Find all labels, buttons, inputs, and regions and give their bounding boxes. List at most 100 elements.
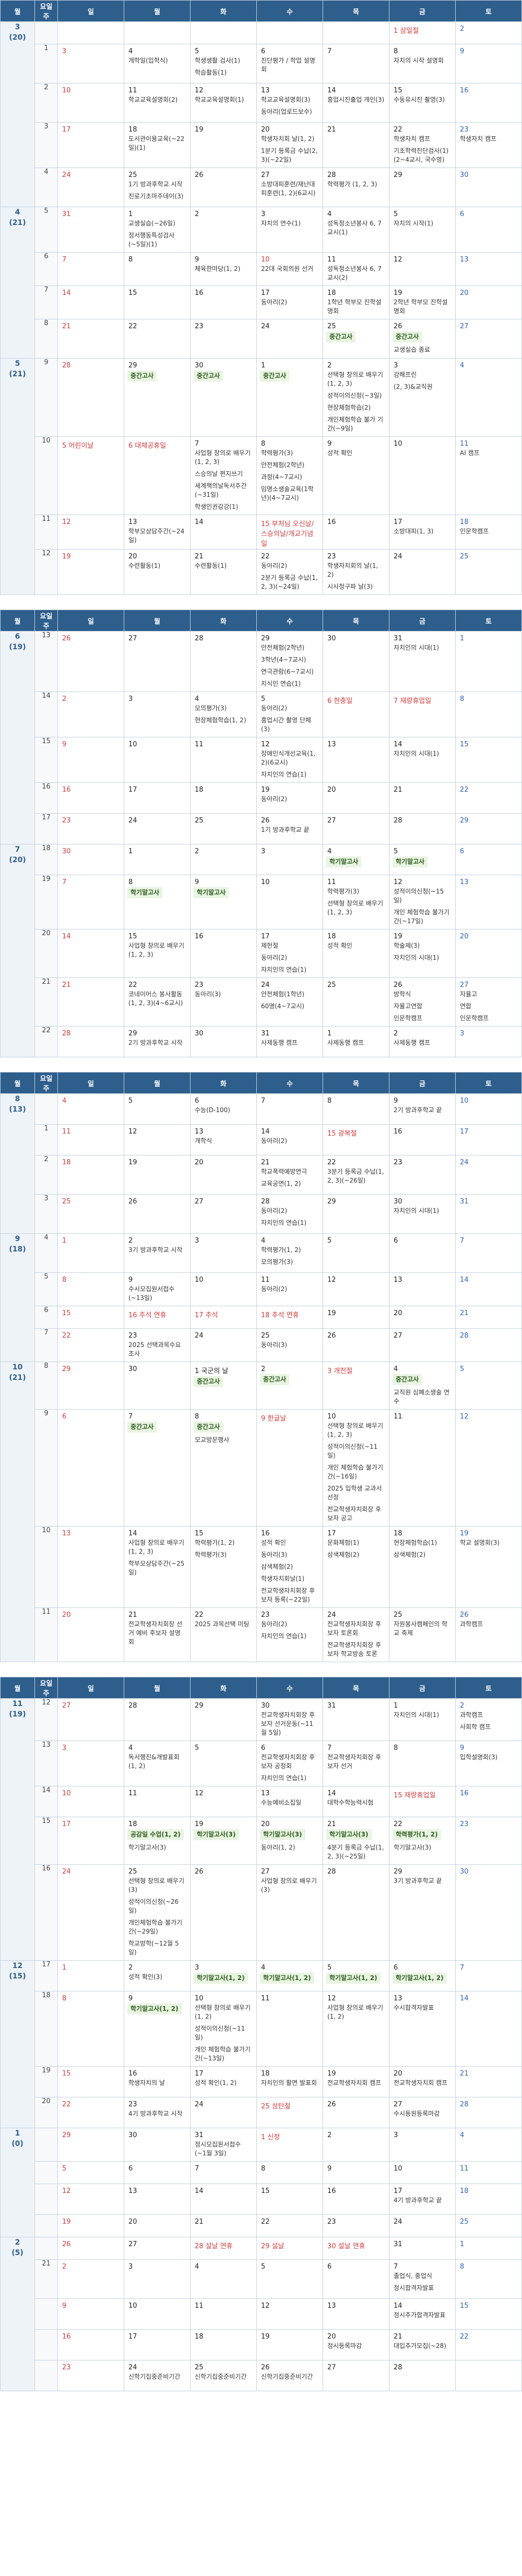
week-number: 16 [34,1864,58,1961]
day-cell: 7 재량휴업일 [389,691,456,737]
day-number: 14 [460,1995,469,2002]
day-number: 20 [128,553,137,560]
day-cell: 19 학술제(3) 자치인의 시대(1) [389,929,456,978]
day-number: 24 [195,1332,204,1340]
day-cell: 13 학부모상담주간(~24일) [124,515,191,550]
exam-badge: 학기말고사(1, 2) [326,1973,381,1984]
day-number: 18 [460,518,469,526]
day-cell: 25 [455,2214,522,2237]
header-cell: 토 [455,610,522,631]
day-cell: 14 [455,1991,522,2067]
event-text: 동아리(2) [261,1620,288,1628]
day-number: 19 [261,2333,270,2341]
event-text: 신학기집중준비기간 [195,2373,247,2380]
day-cell: 8 중간고사 모교방문행사 [190,1409,257,1526]
day-cell: 29 [323,1194,389,1234]
week-number [34,2360,58,2391]
day-cell: 5 [256,2259,323,2299]
day-number: 24 [394,2218,402,2226]
event-text: 자치인의 연습(1) [261,1774,307,1782]
day-cell: 28 학력평가 (1, 2, 3) [323,168,389,207]
day-number: 1 신정 [261,2133,280,2141]
day-cell: 15 [256,2184,323,2215]
day-cell: 25 [455,549,522,595]
day-number: 22 [62,2101,71,2108]
day-cell: 23 [190,319,257,359]
week-number: 6 [34,1306,58,1329]
day-number: 15 부처님 오신날/스승의날/개교기념일 [261,520,314,548]
day-number: 14 [327,1790,336,1797]
day-number: 30 [460,171,469,179]
event-text: 흥업시진출업 개인(3) [327,96,385,103]
day-number [456,2360,521,2365]
day-number: 13 [128,2187,137,2195]
week-number: 18 [34,844,58,875]
day-number: 14 [394,741,402,748]
day-number: 25 [261,1332,270,1340]
day-number: 21 [327,1820,336,1828]
event-text: 전교학생자치회 캠프 [327,2079,382,2086]
day-cell: 11 [57,1124,124,1155]
day-cell: 11 [190,737,257,783]
day-cell: 11 성독청소년봉사 6, 7교시(2) [323,252,389,286]
week-number: 20 [34,2097,58,2128]
day-number: 1 [327,1030,332,1037]
day-cell: 9 [57,2298,124,2330]
day-number: 9 [128,1276,133,1284]
event-text: 자치인의 연습(1) [261,771,307,778]
day-number: 29 [62,2131,71,2139]
event-text: 2025 입학생 교과서 선정 [327,1485,382,1501]
calendar-table: 월 요일 주일월화수목금토3 (20) 1 삼일절 2 1 3 4 개학일(입학식) 5 학생생활… [0,0,522,595]
event-text: 모의평가(3) [195,705,227,712]
week-row: 14 10 11 12 13 수능예비소집일 14 대학수학능력시험 15 재량휴업일 16 [1,1786,522,1817]
day-number: 26 [195,1868,204,1876]
header-cell: 토 [455,0,522,22]
day-number: 14 [195,2187,204,2195]
day-cell: 22 [455,782,522,814]
day-number: 20 [460,933,469,940]
day-cell: 30 [57,844,124,875]
event-text: 성적이의신청(~15일) [394,888,444,904]
week-row: 9 10 11 12 13 14 정시추가합격자발표 15 [1,2298,522,2330]
day-cell: 9 2기 방과후학교 끝 [389,1093,456,1125]
header-cell: 수 [256,0,323,22]
event-text: 삼색체험(2) [327,1551,360,1558]
event-text: 개학식 [195,1137,212,1144]
day-cell: 21 학기말고사(3) 4분기 등록금 수납(1, 2, 3)(~25일) [323,1817,389,1865]
week-number: 15 [34,1817,58,1865]
day-number: 29 [394,171,402,179]
event-text: 성독청소년봉사 6, 7교시(2) [327,265,382,281]
day-number: 11 [195,2302,204,2310]
day-cell: 5 어린이날 [57,436,124,515]
header-cell: 일 [57,0,124,22]
header-cell: 월 [124,610,191,631]
day-number: 10 [394,440,402,448]
event-text: 개인 체험학습 불가기간(~13일) [195,2046,251,2062]
day-number: 4 [327,210,332,218]
day-cell: 4 [455,358,522,437]
week-number: 1 [34,44,58,84]
exam-badge: 중간고사 [194,371,223,381]
exam-badge: 중간고사 [194,1422,223,1433]
event-text: 전교학생자치회 캠프 [394,2079,448,2086]
week-number [34,2329,58,2360]
day-number: 1 [62,1237,67,1245]
week-row: 8 (13) 4 5 6 수능(D-100) 7 8 9 2기 방과후학교 끝 10 [0,1093,522,1234]
exam-badge: 공감일 수업(1, 2) [127,1829,184,1840]
day-number: 6 [261,47,266,55]
day-number: 24 [62,171,71,179]
day-cell: 2 중간고사 [256,1362,323,1410]
event-text: 자치의 시작(1) [394,220,434,227]
day-number: 14 [460,1276,469,1284]
day-number: 16 [62,786,71,794]
week-row: 7 22 23 2025 선택과목수요 조사 24 25 동아리(3) 26 27 28 [1,1328,522,1362]
day-cell: 3 [256,844,323,875]
day-cell: 18 1학년 학부모 진학설명회 [323,285,389,319]
day-cell: 8 학기말고사 [124,875,191,929]
day-number: 11 [327,878,336,886]
day-cell: 4 모의평가(3) 현장체험학습(1, 2) [190,691,257,737]
day-cell: 8 [455,2259,522,2299]
day-number: 7 [460,1237,465,1245]
day-cell: 5 학기말고사(1, 2) [323,1960,389,1991]
day-cell: 21 학교폭력예방연극 교육공연(1, 2) [256,1155,323,1195]
